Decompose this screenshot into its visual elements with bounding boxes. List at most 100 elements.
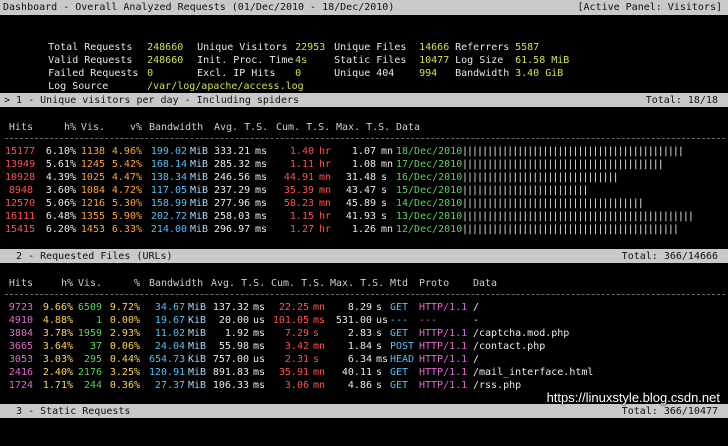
avg-ts-unit: ms	[255, 185, 268, 196]
visitors-value: 1	[95, 315, 102, 326]
summary-label: Referrers	[455, 42, 510, 53]
cum-ts-value: 2.31	[284, 354, 309, 365]
cum-ts-value: 3.06	[284, 380, 309, 391]
max-ts-unit: s	[376, 302, 383, 313]
summary-label: Init. Proc. Time	[197, 55, 294, 66]
cum-ts-unit: s	[313, 328, 320, 339]
visitor-row[interactable]: 13949 5.61% 1245 5.42% 168.14 MiB 285.32 ms 1.11…	[5, 158, 725, 171]
hits-value: 3053	[8, 354, 33, 365]
bandwidth-value: 214.00	[150, 224, 187, 235]
visitor-row[interactable]: 16111 6.48% 1355 5.90% 202.72 MiB 258.03 ms 1.15…	[5, 210, 725, 223]
cum-ts-value: 44.91	[283, 172, 314, 183]
request-row[interactable]: 2416 2.40% 2176 3.25% 120.91 MiB 891.83 ms 35.91…	[5, 366, 725, 379]
visitor-row[interactable]: 12570 5.06% 1216 5.30% 158.99 MiB 277.96 ms 58.2…	[5, 197, 725, 210]
visitor-row[interactable]: 8948 3.60% 1084 4.72% 117.05 MiB 237.29 ms 35.39…	[5, 184, 725, 197]
panel-total: Total: 366/10477	[621, 406, 718, 417]
summary-label: Total Requests	[48, 42, 133, 53]
url-value: /	[473, 354, 480, 365]
avg-ts-unit: ms	[253, 302, 266, 313]
bandwidth-value: 168.14	[150, 159, 187, 170]
cum-ts-value: 35.39	[283, 185, 314, 196]
date-value: 18/Dec/2010	[396, 146, 463, 157]
cum-ts-value: 101.05	[272, 315, 309, 326]
visitors-percent: 0.44%	[109, 354, 140, 365]
url-value: -	[473, 315, 480, 326]
panel-visitors-header[interactable]: > 1 - Unique visitors per day - Includin…	[0, 93, 728, 107]
visitor-row[interactable]: 15177 6.10% 1138 4.96% 199.02 MiB 333.21 ms 1.40…	[5, 145, 725, 158]
bandwidth-value: 202.72	[150, 211, 187, 222]
panel-title: 3 - Static Requests	[4, 406, 131, 417]
avg-ts-value: 246.56	[214, 172, 251, 183]
summary-label: Bandwidth	[455, 68, 510, 79]
visitors-percent: 9.72%	[109, 302, 140, 313]
max-ts-value: 1.07	[351, 146, 376, 157]
request-row[interactable]: 3053 3.03% 295 0.44% 654.73 KiB 757.00 us 2.31 s 6…	[5, 353, 725, 366]
max-ts-unit: us	[376, 315, 389, 326]
hits-value: 12570	[5, 198, 36, 209]
visitors-value: 1025	[80, 172, 105, 183]
visitors-value: 1138	[80, 146, 105, 157]
max-ts-value: 6.34	[347, 354, 372, 365]
visitor-row[interactable]: 10928 4.39% 1025 4.47% 138.34 MiB 246.56 ms 44.9…	[5, 171, 725, 184]
max-ts-value: 8.29	[347, 302, 372, 313]
col-hits-pct: h%	[63, 122, 76, 133]
max-ts-unit: s	[376, 380, 383, 391]
cum-ts-unit: mn	[319, 198, 332, 209]
visitors-percent: 2.93%	[109, 328, 140, 339]
summary-value: 0	[147, 68, 154, 79]
avg-ts-value: 55.98	[218, 341, 249, 352]
max-ts-value: 1.84	[347, 341, 372, 352]
panel-static-header[interactable]: 3 - Static Requests Total: 366/10477	[0, 404, 728, 418]
cum-ts-unit: mn	[319, 172, 332, 183]
bandwidth-value: 158.99	[150, 198, 187, 209]
request-row[interactable]: 4910 4.88% 1 0.00% 19.67 KiB 20.00 us 101.05 ms 53…	[5, 314, 725, 327]
col-visitors-pct: %	[133, 278, 140, 289]
max-ts-unit: ms	[376, 354, 389, 365]
bandwidth-value: 24.04	[154, 341, 185, 352]
request-row[interactable]: 3804 3.78% 1959 2.93% 11.02 MiB 1.92 ms 7.29 s 2.8…	[5, 327, 725, 340]
max-ts-value: 1.26	[351, 224, 376, 235]
bandwidth-unit: KiB	[188, 315, 207, 326]
summary-label: Unique Files	[334, 42, 407, 53]
visitor-bar: ||||||||||||||||||||||||||||||||||||	[462, 198, 644, 209]
request-row[interactable]: 9723 9.66% 6509 9.72% 34.67 MiB 137.32 ms 22.25 m…	[5, 301, 725, 314]
url-value: /	[473, 302, 480, 313]
visitor-bar: ||||||||||||||||||||||||||||||||||||||||…	[462, 224, 679, 235]
visitors-value: 1453	[80, 224, 105, 235]
visitors-value: 2176	[77, 367, 102, 378]
cum-ts-unit: hr	[319, 159, 332, 170]
visitors-value: 1216	[80, 198, 105, 209]
avg-ts-unit: ms	[255, 224, 268, 235]
bandwidth-value: 138.34	[150, 172, 187, 183]
bandwidth-unit: MiB	[190, 172, 209, 183]
bandwidth-unit: MiB	[188, 367, 207, 378]
max-ts-unit: s	[381, 211, 388, 222]
protocol-value: HTTP/1.1	[419, 380, 468, 391]
summary-label: Unique 404	[334, 68, 395, 79]
avg-ts-unit: ms	[255, 159, 268, 170]
visitors-percent: 5.42%	[111, 159, 142, 170]
avg-ts-unit: ms	[255, 198, 268, 209]
date-value: 15/Dec/2010	[396, 185, 463, 196]
protocol-value: HTTP/1.1	[419, 328, 468, 339]
hits-percent: 5.06%	[45, 198, 76, 209]
cum-ts-unit: s	[313, 354, 320, 365]
watermark-text: https://linuxstyle.blog.csdn.net	[546, 390, 720, 405]
max-ts-unit: s	[381, 198, 388, 209]
avg-ts-value: 1.92	[224, 328, 249, 339]
col-visitors: Vis.	[80, 122, 105, 133]
request-row[interactable]: 3665 3.64% 37 0.06% 24.04 MiB 55.98 ms 3.42 mn 1.8…	[5, 340, 725, 353]
hits-value: 1724	[8, 380, 33, 391]
avg-ts-unit: ms	[255, 172, 268, 183]
cum-ts-unit: mn	[313, 341, 326, 352]
cum-ts-value: 1.40	[289, 146, 314, 157]
avg-ts-value: 296.97	[214, 224, 251, 235]
summary-value: 0	[295, 68, 302, 79]
hits-value: 15415	[5, 224, 36, 235]
panel-requests-header[interactable]: 2 - Requested Files (URLs) Total: 366/14…	[0, 249, 728, 263]
bandwidth-value: 199.02	[150, 146, 187, 157]
avg-ts-value: 258.03	[214, 211, 251, 222]
cum-ts-unit: mn	[313, 302, 326, 313]
max-ts-unit: s	[381, 172, 388, 183]
visitor-row[interactable]: 15415 6.20% 1453 6.33% 214.00 MiB 296.97 ms 1.27…	[5, 223, 725, 236]
